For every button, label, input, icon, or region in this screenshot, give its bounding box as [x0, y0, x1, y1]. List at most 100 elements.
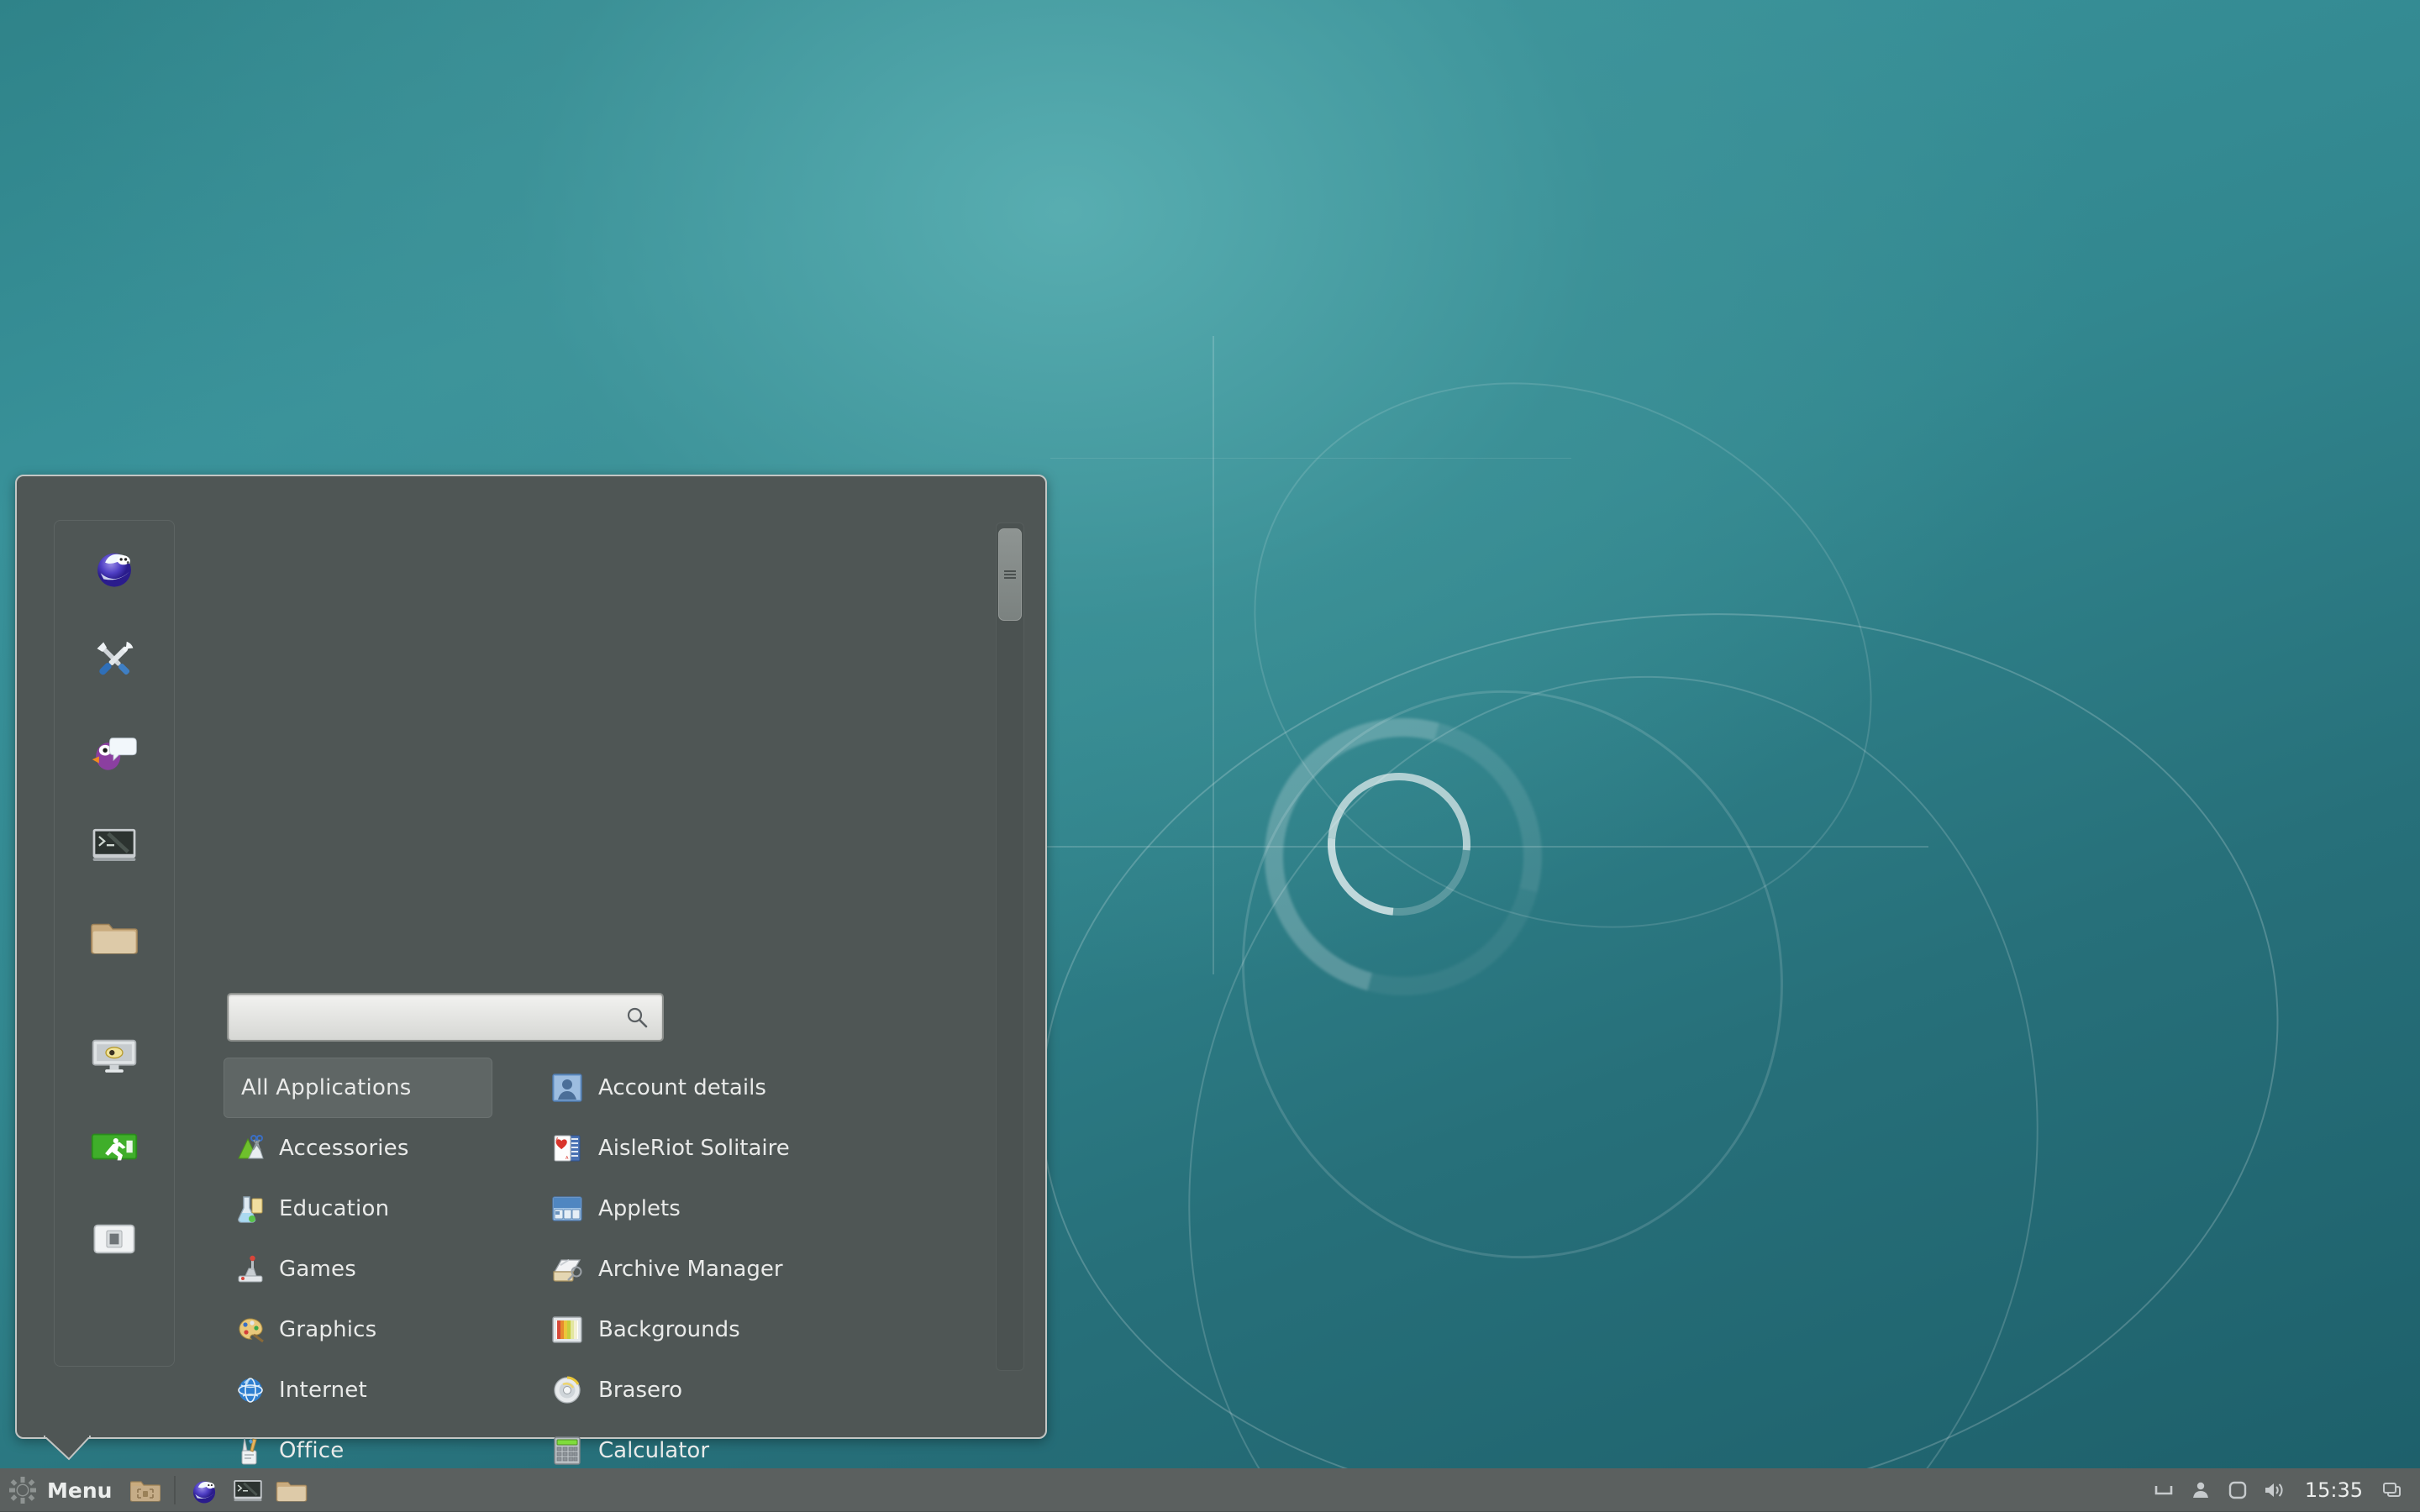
show-desktop-button[interactable]	[124, 1468, 167, 1512]
wallpaper-ring-inner	[1168, 619, 1857, 1330]
scrollbar-grip-line	[1004, 570, 1016, 572]
menu-button[interactable]: Menu	[0, 1468, 124, 1512]
application-label: Archive Manager	[598, 1257, 783, 1282]
application-account-details[interactable]: Account details	[551, 1058, 1022, 1118]
favorite-files[interactable]	[54, 890, 175, 983]
category-label: Graphics	[279, 1317, 377, 1342]
tray-user-button[interactable]	[2184, 1473, 2217, 1507]
category-label: Accessories	[279, 1136, 409, 1161]
application-label: Applets	[598, 1196, 681, 1221]
gear-icon	[9, 1477, 36, 1504]
category-education[interactable]: Education	[224, 1179, 492, 1239]
wallpaper-ring-upper	[1161, 281, 1965, 1030]
scrollbar-grip-line	[1004, 577, 1016, 579]
category-graphics[interactable]: Graphics	[224, 1299, 492, 1360]
application-list-scrollbar-track[interactable]	[996, 522, 1024, 1371]
launcher-terminal[interactable]	[226, 1468, 270, 1512]
wallpaper-ring-middle	[1086, 585, 2141, 1512]
accessories-icon	[238, 1135, 264, 1159]
application-aisleriot-solitaire[interactable]: AA AisleRiot Solitaire	[551, 1118, 1022, 1179]
logout-icon	[91, 1133, 138, 1161]
category-accessories[interactable]: Accessories	[224, 1118, 492, 1179]
folder-icon	[276, 1482, 308, 1502]
menu-button-label: Menu	[47, 1478, 113, 1503]
menu-pointer-tail	[44, 1436, 91, 1461]
panel-left-section: Menu	[0, 1468, 313, 1512]
menu-category-list[interactable]: All Applications Accessories Education G…	[224, 1058, 492, 1512]
tools-icon	[97, 641, 134, 675]
cinnamon-menu-popup[interactable]: All Applications Accessories Education G…	[15, 475, 1047, 1512]
internet-icon	[238, 1378, 263, 1403]
category-label: All Applications	[241, 1075, 412, 1100]
favorite-lock-screen[interactable]	[54, 1008, 175, 1100]
menu-search-box[interactable]	[227, 993, 664, 1042]
application-brasero[interactable]: Brasero	[551, 1360, 1022, 1420]
launcher-files[interactable]	[270, 1468, 313, 1512]
application-label: AisleRiot Solitaire	[598, 1136, 790, 1161]
application-label: Calculator	[598, 1438, 710, 1463]
scrollbar-grip-line	[1004, 574, 1016, 575]
graphics-icon	[239, 1318, 264, 1343]
terminal-icon	[92, 828, 136, 861]
bottom-panel[interactable]: Menu 15:35	[0, 1468, 2420, 1512]
search-input[interactable]	[229, 995, 625, 1040]
search-icon	[625, 1005, 662, 1029]
panel-bracket-icon	[2154, 1486, 2173, 1495]
favorite-logout[interactable]	[54, 1100, 175, 1193]
games-icon	[238, 1255, 263, 1283]
terminal-icon	[234, 1480, 263, 1502]
brasero-disc-icon	[554, 1376, 581, 1404]
speaker-icon	[2265, 1483, 2283, 1497]
application-applets[interactable]: Applets	[551, 1179, 1022, 1239]
wallpaper-swirl-thick	[1213, 667, 1593, 1047]
windows-stack-icon	[2383, 1483, 2401, 1497]
favorite-quit[interactable]	[54, 1193, 175, 1285]
launcher-iceweasel[interactable]	[182, 1468, 226, 1512]
svg-text:A: A	[566, 1156, 569, 1161]
archive-manager-icon	[553, 1258, 582, 1282]
menu-application-list[interactable]: Account details AA AisleRiot Solitaire A…	[551, 1058, 1022, 1512]
application-list-scrollbar-thumb[interactable]	[998, 528, 1022, 621]
favorite-terminal[interactable]	[54, 798, 175, 890]
category-label: Education	[279, 1196, 390, 1221]
backgrounds-icon	[552, 1316, 582, 1343]
wallpaper-ring-outer	[981, 535, 2338, 1512]
show-desktop-folder-icon	[130, 1481, 161, 1502]
system-tray[interactable]: 15:35	[2147, 1468, 2420, 1512]
education-icon	[238, 1196, 263, 1223]
application-label: Account details	[598, 1075, 766, 1100]
folder-icon	[91, 923, 138, 954]
rounded-square-icon	[2228, 1481, 2247, 1499]
pidgin-icon	[92, 738, 137, 770]
category-internet[interactable]: Internet	[224, 1360, 492, 1420]
wallpaper-crossline-horizontal	[954, 846, 1928, 848]
wallpaper-crossline-vertical	[1213, 336, 1214, 974]
lock-screen-icon	[92, 1039, 137, 1073]
category-games[interactable]: Games	[224, 1239, 492, 1299]
application-label: Brasero	[598, 1378, 683, 1403]
menu-favorites-sidebar[interactable]	[54, 520, 175, 1367]
power-switch-icon	[93, 1224, 135, 1254]
office-icon	[241, 1437, 257, 1465]
favorite-pidgin[interactable]	[54, 706, 175, 798]
aisleriot-cards-icon: AA	[554, 1135, 581, 1162]
clock[interactable]: 15:35	[2295, 1478, 2373, 1502]
wallpaper-swirl-core	[1298, 743, 1500, 945]
tray-panel-hide-button[interactable]	[2147, 1473, 2181, 1507]
favorite-iceweasel[interactable]	[54, 521, 175, 613]
tray-removable-drive-button[interactable]	[2221, 1473, 2254, 1507]
category-label: Office	[279, 1438, 345, 1463]
iceweasel-icon	[97, 553, 131, 587]
svg-text:A: A	[556, 1137, 560, 1142]
user-icon	[2192, 1482, 2208, 1498]
panel-separator	[174, 1476, 176, 1504]
category-all-applications[interactable]: All Applications	[224, 1058, 492, 1118]
workspace-switcher-button[interactable]	[2376, 1473, 2410, 1507]
application-archive-manager[interactable]: Archive Manager	[551, 1239, 1022, 1299]
category-label: Internet	[279, 1378, 367, 1403]
tray-volume-button[interactable]	[2258, 1473, 2291, 1507]
application-backgrounds[interactable]: Backgrounds	[551, 1299, 1022, 1360]
favorite-software-manager[interactable]	[54, 613, 175, 706]
category-label: Games	[279, 1257, 356, 1282]
application-label: Backgrounds	[598, 1317, 740, 1342]
